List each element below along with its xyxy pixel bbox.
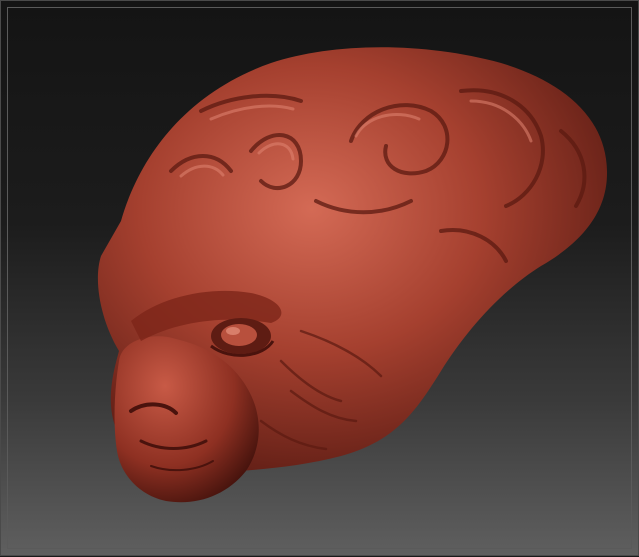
3d-viewport[interactable] [0, 0, 639, 556]
sculpted-head-model[interactable] [1, 1, 639, 557]
